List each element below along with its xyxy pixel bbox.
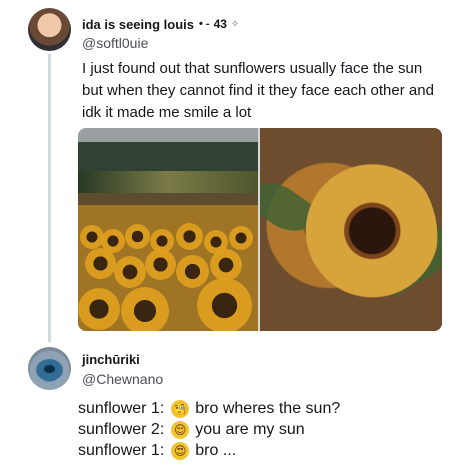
tweet-author-name-number: 43 — [213, 17, 227, 31]
tweet-media[interactable] — [78, 128, 442, 331]
reply-author-avatar[interactable] — [28, 347, 71, 390]
reply-line: sunflower 2: 😌 you are my sun — [78, 419, 340, 440]
tweet-thread: ida is seeing louis • - 43 ✧ @softl0uie … — [0, 0, 474, 474]
tweet-author-name-line[interactable]: ida is seeing louis • - 43 ✧ — [82, 14, 239, 34]
sunflower-closeup-photo[interactable] — [260, 128, 442, 331]
sunflower-shape — [210, 249, 242, 281]
tweet-text-line: I just found out that sunflowers usually… — [82, 60, 423, 77]
reply-author-handle[interactable]: @Chewnano — [82, 371, 163, 387]
tweet-author-handle[interactable]: @softl0uie — [82, 35, 148, 51]
reply-line: sunflower 1: 🧐 bro wheres the sun? — [78, 398, 340, 419]
sunflower-closeup-shape — [271, 135, 442, 331]
sunflower-shape — [197, 278, 252, 331]
dialogue-text: bro ... — [195, 441, 237, 459]
sparkle-icon: ✧ — [230, 18, 240, 30]
sunflower-shape — [176, 223, 203, 250]
heart-eyes-face-emoji: 😍 — [171, 441, 190, 460]
speaker-label: sunflower 1: — [78, 441, 165, 459]
reply-text: sunflower 1: 🧐 bro wheres the sun? sunfl… — [78, 398, 340, 461]
author-avatar[interactable] — [28, 8, 71, 51]
sunflower-shape — [85, 248, 116, 279]
speaker-label: sunflower 2: — [78, 420, 165, 438]
tweet-text-line: idk it made me smile a lot — [82, 104, 252, 121]
sunflower-shape — [78, 288, 120, 330]
thread-line — [48, 54, 51, 342]
tweet-author-name-symbols: • - — [198, 18, 210, 30]
tweet-author-name[interactable]: ida is seeing louis — [82, 17, 194, 32]
reply-author-name[interactable]: jinchūriki — [82, 352, 140, 367]
tweet-text: I just found out that sunflowers usually… — [82, 58, 462, 124]
reply-line: sunflower 1: 😍 bro ... — [78, 440, 340, 461]
dialogue-text: bro wheres the sun? — [195, 399, 341, 417]
sunflower-field-photo[interactable] — [78, 128, 258, 331]
dialogue-text: you are my sun — [195, 420, 305, 438]
tweet-text-line: but when they cannot find it they face e… — [82, 82, 434, 99]
sunflower-shape — [121, 287, 169, 331]
sunflower-shape — [176, 255, 209, 288]
speaker-label: sunflower 1: — [78, 399, 165, 417]
monocle-face-emoji: 🧐 — [171, 399, 190, 418]
sunflower-shape — [229, 226, 253, 250]
field-background — [78, 171, 258, 193]
relieved-face-emoji: 😌 — [171, 420, 190, 439]
sunflower-shape — [125, 224, 150, 249]
sunflower-shape — [145, 249, 176, 280]
sunflower-shape — [114, 256, 146, 288]
